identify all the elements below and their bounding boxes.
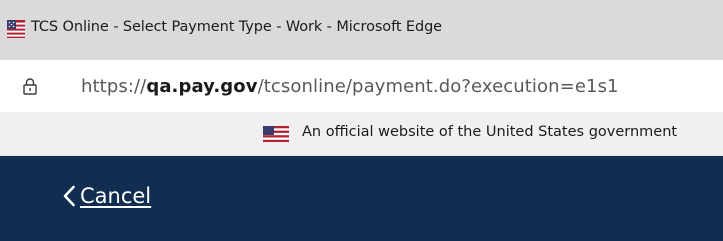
- gov-banner-text: An official website of the United States…: [302, 124, 678, 140]
- url-path: /tcsonline/payment.do?execution=e1s1: [257, 76, 619, 97]
- lock-icon[interactable]: [23, 77, 37, 95]
- window-title: TCS Online - Select Payment Type - Work …: [31, 19, 443, 35]
- chevron-left-icon: [63, 185, 75, 207]
- header-nav: Cancel: [0, 156, 723, 241]
- url-host: qa.pay.gov: [146, 76, 258, 97]
- us-flag-icon: [263, 126, 289, 142]
- url-scheme: https://: [81, 76, 147, 97]
- browser-title-bar: TCS Online - Select Payment Type - Work …: [0, 0, 723, 60]
- us-flag-icon: [7, 20, 25, 38]
- cancel-label: Cancel: [80, 184, 152, 208]
- cancel-link[interactable]: Cancel: [62, 184, 151, 208]
- url-field[interactable]: https://qa.pay.gov/tcsonline/payment.do?…: [81, 76, 619, 97]
- address-bar[interactable]: https://qa.pay.gov/tcsonline/payment.do?…: [0, 60, 723, 112]
- gov-banner: An official website of the United States…: [0, 112, 723, 156]
